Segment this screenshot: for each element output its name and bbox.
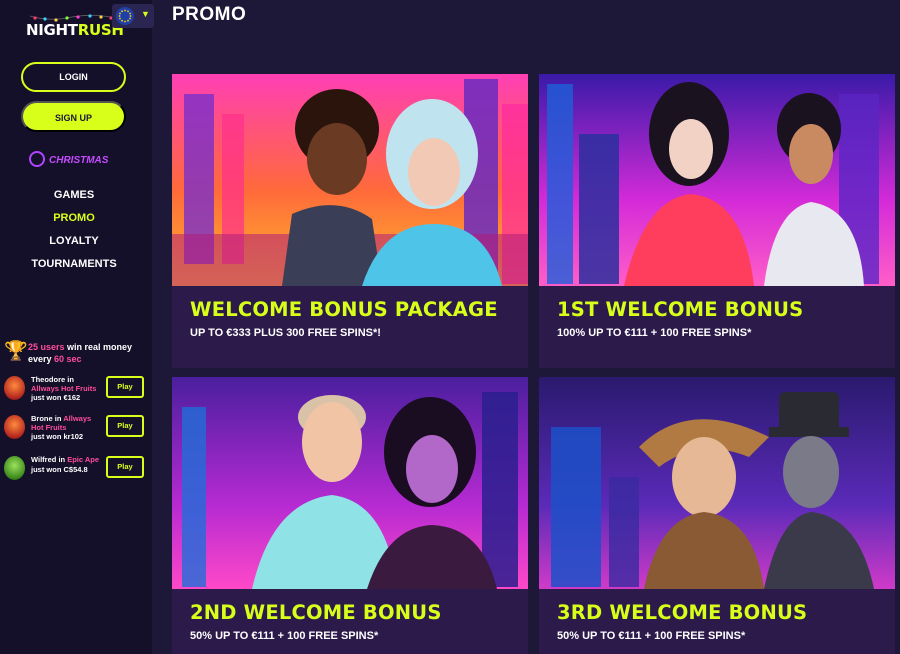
winner-amount: kr102 [63,432,84,441]
promo-card-body: 2ND WELCOME BONUS 50% UP TO €111 + 100 F… [172,589,528,654]
promo-subtitle: 50% UP TO €111 + 100 FREE SPINS* [190,630,379,642]
christmas-ornament-icon [29,151,45,167]
play-button[interactable]: Play [106,415,144,437]
promo-image [172,377,528,589]
chevron-down-icon: ▼ [141,9,150,19]
christmas-label: CHRISTMAS [49,155,109,166]
trophy-icon: 🏆 [4,341,28,362]
sidebar: NIGHTRUSH ▼ LOGIN SIGN UP CHRISTMAS GAME… [0,0,154,654]
game-thumbnail[interactable] [4,456,25,480]
winner-item: Wilfred in Epic Ape just won C$54.8 Play [4,455,150,483]
nav-loyalty[interactable]: LOYALTY [0,235,148,247]
winners-every-text: every [28,354,55,364]
winner-won-prefix: just won [31,432,64,441]
language-selector[interactable]: ▼ [112,4,154,28]
promo-title: 3RD WELCOME BONUS [557,601,808,624]
winners-interval: 60 sec [54,354,82,364]
eu-flag-icon [116,7,134,25]
play-button[interactable]: Play [106,456,144,478]
winner-game[interactable]: Epic Ape [67,455,99,464]
promo-title: WELCOME BONUS PACKAGE [190,298,498,321]
game-thumbnail[interactable] [4,415,25,439]
winner-won-prefix: just won [31,465,64,474]
nav-promo[interactable]: PROMO [0,212,148,224]
promo-image [172,74,528,286]
nightrush-logo[interactable]: NIGHTRUSH [26,21,124,39]
winner-name-line: Theodore in [31,375,74,384]
winners-headline-text: win real money [64,342,133,352]
winners-count: 25 users [28,342,65,352]
login-button[interactable]: LOGIN [21,62,126,92]
winner-amount-line: just won €162 [31,393,80,402]
game-thumbnail[interactable] [4,376,25,400]
winner-amount-line: just won C$54.8 [31,465,88,474]
winner-in: in [52,414,64,423]
winner-amount-line: just won kr102 [31,432,83,441]
winner-in: in [56,455,68,464]
winner-game[interactable]: Allways Hot Fruits [31,384,96,393]
promo-title: 1ST WELCOME BONUS [557,298,804,321]
nav-games[interactable]: GAMES [0,189,148,201]
promo-card-body: 3RD WELCOME BONUS 50% UP TO €111 + 100 F… [539,589,895,654]
winner-amount: C$54.8 [63,465,88,474]
winner-in: in [65,375,74,384]
play-button[interactable]: Play [106,376,144,398]
winner-name: Brone [31,414,53,423]
recent-winners-header: 🏆 25 users win real money every 60 sec [4,340,150,366]
winner-item: Theodore in Allways Hot Fruits just won … [4,375,150,403]
winner-name: Theodore [31,375,66,384]
winners-headline-line1: 25 users win real money [28,342,132,352]
winner-name: Wilfred [31,455,57,464]
logo-text-night: NIGHT [26,21,78,39]
winner-amount: €162 [63,393,81,402]
winner-game[interactable]: Allways [63,414,91,423]
promo-title: 2ND WELCOME BONUS [190,601,442,624]
promo-subtitle: 100% UP TO €111 + 100 FREE SPINS* [557,327,752,339]
promo-card-body: WELCOME BONUS PACKAGE UP TO €333 PLUS 30… [172,286,528,368]
promo-card-body: 1ST WELCOME BONUS 100% UP TO €111 + 100 … [539,286,895,368]
winner-item: Brone in Allways Hot Fruits just won kr1… [4,414,150,442]
winner-won-prefix: just won [31,393,64,402]
winner-name-line: Wilfred in Epic Ape [31,455,99,464]
winners-headline-line2: every 60 sec [28,354,82,364]
winner-game-line2[interactable]: Hot Fruits [31,423,66,432]
signup-button[interactable]: SIGN UP [21,101,126,132]
nav-tournaments[interactable]: TOURNAMENTS [0,258,148,270]
page-title: PROMO [172,4,247,25]
promo-subtitle: 50% UP TO €111 + 100 FREE SPINS* [557,630,746,642]
winner-name-line: Brone in Allways [31,414,91,423]
promo-image [539,74,895,286]
promo-image [539,377,895,589]
promo-subtitle: UP TO €333 PLUS 300 FREE SPINS*! [190,327,381,339]
